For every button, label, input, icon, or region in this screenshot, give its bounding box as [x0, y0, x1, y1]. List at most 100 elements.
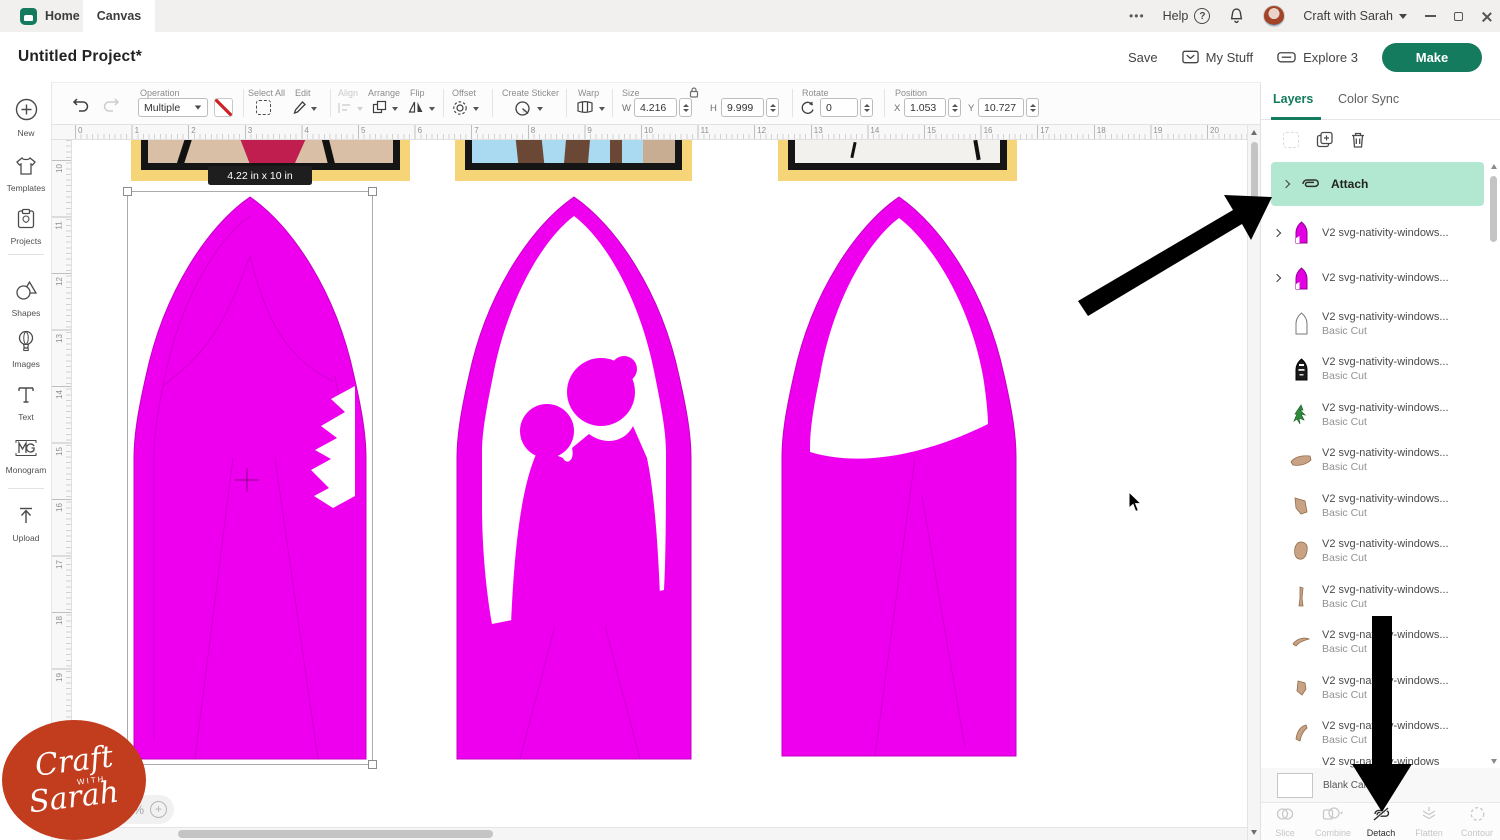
sidebar-item-images[interactable]: Images: [0, 330, 52, 369]
warp-icon[interactable]: [576, 100, 594, 114]
layer-row[interactable]: V2 svg-nativity-windows...: [1271, 256, 1484, 301]
more-menu-icon[interactable]: •••: [1129, 9, 1145, 23]
selection-handle-bottom-right[interactable]: [368, 760, 377, 769]
width-input[interactable]: 4.216: [634, 98, 677, 117]
make-button[interactable]: Make: [1382, 43, 1482, 72]
my-stuff-button[interactable]: My Stuff: [1182, 50, 1253, 65]
sidebar-item-text[interactable]: Text: [0, 385, 52, 422]
flip-dropdown-caret[interactable]: [429, 107, 435, 111]
attach-group-row[interactable]: Attach: [1271, 162, 1484, 206]
scroll-up-icon[interactable]: [1491, 164, 1497, 169]
framed-image-2[interactable]: [455, 140, 692, 181]
help-menu[interactable]: Help ?: [1163, 8, 1211, 24]
sidebar-item-new[interactable]: New: [0, 98, 52, 138]
notifications-bell-icon[interactable]: [1228, 7, 1245, 25]
expand-chevron-icon[interactable]: [1282, 180, 1290, 188]
upload-icon: [16, 513, 36, 530]
offset-icon[interactable]: [452, 100, 468, 116]
selection-handle-top-right[interactable]: [368, 187, 377, 196]
scroll-up-icon[interactable]: [1251, 130, 1257, 135]
warp-dropdown-caret[interactable]: [599, 107, 605, 111]
framed-image-3[interactable]: [778, 140, 1017, 181]
create-sticker-dropdown-caret[interactable]: [537, 107, 543, 111]
expand-chevron-icon[interactable]: [1273, 228, 1281, 236]
height-input[interactable]: 9.999: [721, 98, 764, 117]
multi-color-swatch[interactable]: [214, 98, 233, 117]
layer-row[interactable]: V2 svg-nativity-windows...Basic Cut: [1271, 301, 1484, 346]
layer-row[interactable]: V2 svg-nativity-windows...Basic Cut: [1271, 392, 1484, 437]
sidebar-item-upload[interactable]: Upload: [0, 506, 52, 543]
window-close-button[interactable]: [1481, 11, 1492, 22]
create-sticker-icon[interactable]: [514, 100, 531, 117]
sidebar-item-projects[interactable]: Projects: [0, 208, 52, 246]
x-input[interactable]: 1.053: [904, 98, 946, 117]
layer-row-partial[interactable]: V2 svg-nativity-windows: [1271, 756, 1484, 768]
scroll-down-icon[interactable]: [1491, 759, 1497, 764]
layer-row[interactable]: V2 svg-nativity-windows...Basic Cut: [1271, 665, 1484, 710]
y-input[interactable]: 10.727: [978, 98, 1024, 117]
operation-select[interactable]: Multiple: [138, 98, 208, 117]
selection-handle-top-left[interactable]: [123, 187, 132, 196]
avatar[interactable]: [1263, 5, 1285, 27]
edit-pencil-icon[interactable]: [292, 100, 307, 115]
rotate-icon[interactable]: [800, 100, 815, 115]
arrange-icon[interactable]: [372, 100, 387, 115]
sidebar-item-shapes[interactable]: Shapes: [0, 280, 52, 318]
sidebar-item-monogram[interactable]: Monogram: [0, 438, 52, 475]
expand-chevron-icon[interactable]: [1273, 274, 1281, 282]
layer-row[interactable]: V2 svg-nativity-windows...Basic Cut: [1271, 438, 1484, 483]
tab-layers[interactable]: Layers: [1273, 92, 1313, 106]
save-button[interactable]: Save: [1128, 50, 1158, 65]
layer-row[interactable]: V2 svg-nativity-windows...: [1271, 210, 1484, 255]
redo-button[interactable]: [102, 96, 120, 112]
tab-color-sync[interactable]: Color Sync: [1338, 92, 1399, 106]
tab-canvas[interactable]: Canvas: [83, 0, 155, 32]
flatten-button[interactable]: Flatten: [1405, 803, 1453, 840]
project-title[interactable]: Untitled Project*: [18, 48, 142, 66]
canvas-area[interactable]: 01234567891011121314151617181920 1011121…: [52, 125, 1247, 840]
layer-list-scrollbar[interactable]: [1488, 160, 1500, 768]
layer-row[interactable]: V2 svg-nativity-windows...Basic Cut: [1271, 620, 1484, 665]
layer-row[interactable]: V2 svg-nativity-windows...Basic Cut: [1271, 483, 1484, 528]
offset-dropdown-caret[interactable]: [473, 107, 479, 111]
layer-row[interactable]: V2 svg-nativity-windows...Basic Cut: [1271, 711, 1484, 756]
trash-icon[interactable]: [1350, 131, 1366, 149]
rotate-input[interactable]: 0: [820, 98, 858, 117]
vertical-scroll-thumb[interactable]: [1251, 142, 1258, 214]
width-stepper[interactable]: [679, 98, 692, 117]
tab-home[interactable]: Home: [10, 0, 90, 32]
zoom-in-icon[interactable]: +: [150, 801, 167, 818]
window-maximize-button[interactable]: [1454, 12, 1463, 21]
x-stepper[interactable]: [948, 98, 961, 117]
layer-row[interactable]: V2 svg-nativity-windows...Basic Cut: [1271, 347, 1484, 392]
arch-shape-3[interactable]: [780, 196, 1018, 757]
duplicate-icon[interactable]: [1316, 131, 1334, 149]
list-scroll-thumb[interactable]: [1490, 176, 1497, 242]
y-stepper[interactable]: [1026, 98, 1039, 117]
arch-shape-2[interactable]: [455, 196, 693, 760]
scroll-down-icon[interactable]: [1251, 830, 1257, 835]
arrange-dropdown-caret[interactable]: [392, 107, 398, 111]
explore-machine-button[interactable]: Explore 3: [1277, 50, 1358, 65]
rotate-stepper[interactable]: [860, 98, 873, 117]
contour-button[interactable]: Contour: [1453, 803, 1500, 840]
detach-button[interactable]: Detach: [1357, 803, 1405, 840]
canvas-horizontal-scrollbar[interactable]: [52, 827, 1247, 840]
canvas-vertical-scrollbar[interactable]: [1247, 125, 1260, 840]
lock-icon[interactable]: [688, 86, 700, 98]
horizontal-scroll-thumb[interactable]: [178, 830, 493, 838]
layer-row[interactable]: V2 svg-nativity-windows...Basic Cut: [1271, 529, 1484, 574]
combine-button[interactable]: Combine: [1309, 803, 1357, 840]
height-stepper[interactable]: [766, 98, 779, 117]
sidebar-item-templates[interactable]: Templates: [0, 156, 52, 193]
window-minimize-button[interactable]: [1425, 15, 1436, 17]
blank-canvas-swatch[interactable]: [1277, 773, 1313, 798]
edit-dropdown-caret[interactable]: [311, 107, 317, 111]
slice-button[interactable]: Slice: [1261, 803, 1309, 840]
blank-canvas-row[interactable]: Blank Canvas: [1261, 768, 1500, 802]
flip-icon[interactable]: [408, 100, 424, 114]
account-menu[interactable]: Craft with Sarah: [1303, 9, 1407, 23]
layer-row[interactable]: V2 svg-nativity-windows...Basic Cut: [1271, 574, 1484, 619]
undo-button[interactable]: [72, 96, 90, 112]
select-all-button[interactable]: [256, 100, 271, 115]
